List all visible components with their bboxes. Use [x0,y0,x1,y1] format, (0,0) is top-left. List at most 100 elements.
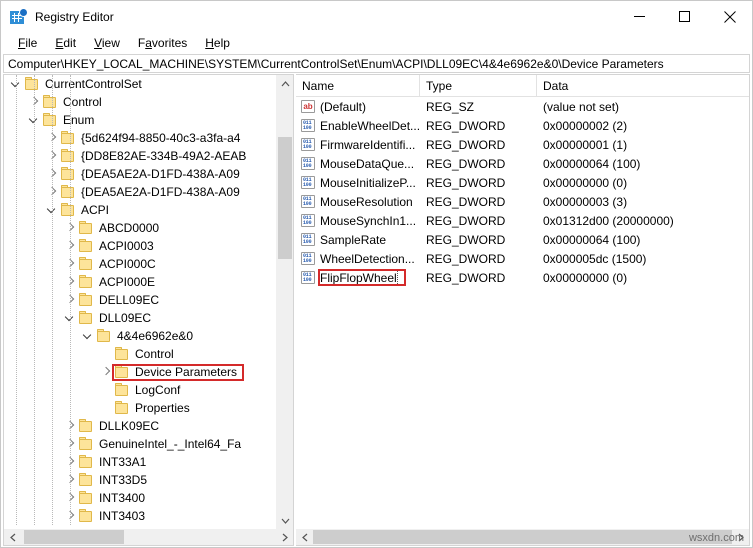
value-data-cell: 0x000005dc (1500) [543,251,647,266]
tree-item-dell09ec[interactable]: DELL09EC [4,291,276,309]
registry-tree-pane: CurrentControlSet Control Enum {5d624f94-88… [3,74,294,546]
tree-item-currentcontrolset[interactable]: CurrentControlSet [4,75,276,93]
column-header-data[interactable]: Data [537,75,749,96]
column-header-type[interactable]: Type [420,75,537,96]
value-name-label: MouseResolution [320,194,413,209]
tree-item-acpi000c[interactable]: ACPI000C [4,255,276,273]
tree-item-acpi[interactable]: ACPI [4,201,276,219]
tree-item-label: ACPI000E [99,275,156,289]
table-row[interactable]: 011 100 MouseResolution REG_DWORD 0x00000003… [296,192,749,211]
tree-vertical-scrollbar[interactable] [276,75,293,529]
tree-item-properties[interactable]: Properties [4,399,276,417]
scroll-up-icon[interactable] [277,75,293,92]
table-row[interactable]: 011 100 FirmwareIdentifi... REG_DWORD 0x0000… [296,135,749,154]
values-list-body[interactable]: ab (Default) REG_SZ (value not set) 011 100 En… [296,97,749,529]
table-row[interactable]: ab (Default) REG_SZ (value not set) [296,97,749,116]
tree-scrollbar-thumb[interactable] [278,137,292,259]
values-horizontal-scrollbar[interactable] [296,529,749,545]
tree-item-enum[interactable]: Enum [4,111,276,129]
tree-item-control[interactable]: Control [4,345,276,363]
tree-horizontal-scrollbar[interactable] [4,529,293,545]
menu-item-view-label: iew [101,36,120,50]
value-data-cell: 0x00000000 (0) [543,270,628,285]
registry-tree-body: CurrentControlSet Control Enum {5d624f94-88… [4,75,293,529]
dword-value-icon: 011 100 [301,138,315,151]
tree-item-genuineintel-intel64-fa[interactable]: GenuineIntel_-_Intel64_Fa [4,435,276,453]
table-row[interactable]: 011 100 MouseInitializeP... REG_DWORD 0x0000… [296,173,749,192]
folder-icon [42,113,58,127]
tree-item-int33a1[interactable]: INT33A1 [4,453,276,471]
tree-item-label: ACPI000C [99,257,156,271]
folder-icon [78,257,94,271]
dword-value-icon: 011 100 [301,252,315,265]
menu-item-favorites[interactable]: Favorites [129,34,196,52]
scroll-left-icon[interactable] [4,529,21,545]
value-name-label: EnableWheelDet... [320,118,420,133]
menu-item-view[interactable]: View [85,34,129,52]
dword-value-icon: 011 100 [301,214,315,227]
menu-item-help[interactable]: Help [196,34,239,52]
tree-item-logconf[interactable]: LogConf [4,381,276,399]
chevron-down-icon[interactable] [80,327,96,345]
menu-item-favorites-label: vorites [151,36,188,50]
table-row[interactable]: 011 100 EnableWheelDet... REG_DWORD 0x000000… [296,116,749,135]
value-type-cell: REG_DWORD [426,137,506,152]
values-scroll-left-icon[interactable] [296,529,313,545]
tree-item-control[interactable]: Control [4,93,276,111]
value-name-cell: 011 100 MouseDataQue... [296,157,420,171]
folder-icon [78,473,94,487]
value-name-cell: 011 100 EnableWheelDet... [296,119,420,133]
tree-item--dea5ae2a-d1fd-438a-a09[interactable]: {DEA5AE2A-D1FD-438A-A09 [4,165,276,183]
string-value-icon: ab [301,100,315,113]
registry-tree-scroll-area[interactable]: CurrentControlSet Control Enum {5d624f94-88… [4,75,276,529]
tree-item-acpi0003[interactable]: ACPI0003 [4,237,276,255]
table-row[interactable]: 011 100 WheelDetection... REG_DWORD 0x000005… [296,249,749,268]
dword-value-icon: 011 100 [301,176,315,189]
address-bar[interactable]: Computer\HKEY_LOCAL_MACHINE\SYSTEM\Curre… [3,54,750,73]
scroll-down-icon[interactable] [277,512,293,529]
menu-item-file[interactable]: File [9,34,46,52]
tree-item--5d624f94-8850-40c3-a3fa-a4[interactable]: {5d624f94-8850-40c3-a3fa-a4 [4,129,276,147]
scroll-right-icon[interactable] [276,529,293,545]
values-hscrollbar-thumb[interactable] [313,530,732,544]
tree-item-4-4e6962e-0[interactable]: 4&4e6962e&0 [4,327,276,345]
tree-item-abcd0000[interactable]: ABCD0000 [4,219,276,237]
tree-item-int3400[interactable]: INT3400 [4,489,276,507]
folder-icon [114,347,130,361]
tree-item-acpi000e[interactable]: ACPI000E [4,273,276,291]
close-icon[interactable] [707,1,752,32]
tree-item-dllk09ec[interactable]: DLLK09EC [4,417,276,435]
tree-hscrollbar-thumb[interactable] [24,530,124,544]
value-data-cell: 0x00000000 (0) [543,175,628,190]
column-header-name[interactable]: Name [296,75,420,96]
minimize-icon[interactable] [617,1,662,32]
folder-icon [78,311,94,325]
table-row[interactable]: 011 100 MouseSynchIn1... REG_DWORD 0x01312d0… [296,211,749,230]
tree-item-device-parameters[interactable]: Device Parameters [4,363,276,381]
value-data-cell: 0x00000064 (100) [543,156,641,171]
table-row[interactable]: 011 100 FlipFlopWheel REG_DWORD 0x00000000 (… [296,268,749,287]
table-row[interactable]: 011 100 MouseDataQue... REG_DWORD 0x00000064… [296,154,749,173]
tree-item-label: CurrentControlSet [45,77,142,91]
tree-item-int3403[interactable]: INT3403 [4,507,276,525]
table-row[interactable]: 011 100 SampleRate REG_DWORD 0x00000064 (100… [296,230,749,249]
tree-item-dll09ec[interactable]: DLL09EC [4,309,276,327]
chevron-right-icon[interactable] [98,363,114,381]
menu-item-edit-label: dit [63,36,77,50]
maximize-icon[interactable] [662,1,707,32]
menu-item-edit[interactable]: Edit [46,34,85,52]
value-type-cell: REG_DWORD [426,232,506,247]
tree-item-label: {DD8E82AE-334B-49A2-AEAB [81,149,247,163]
tree-item--dd8e82ae-334b-49a2-aeab[interactable]: {DD8E82AE-334B-49A2-AEAB [4,147,276,165]
tree-item--dea5ae2a-d1fd-438a-a09[interactable]: {DEA5AE2A-D1FD-438A-A09 [4,183,276,201]
tree-guide-line [70,75,72,525]
folder-icon [78,221,94,235]
folder-icon [78,491,94,505]
tree-item-int33d5[interactable]: INT33D5 [4,471,276,489]
values-column-headers: Name Type Data [296,75,749,97]
value-type-cell: REG_DWORD [426,118,506,133]
